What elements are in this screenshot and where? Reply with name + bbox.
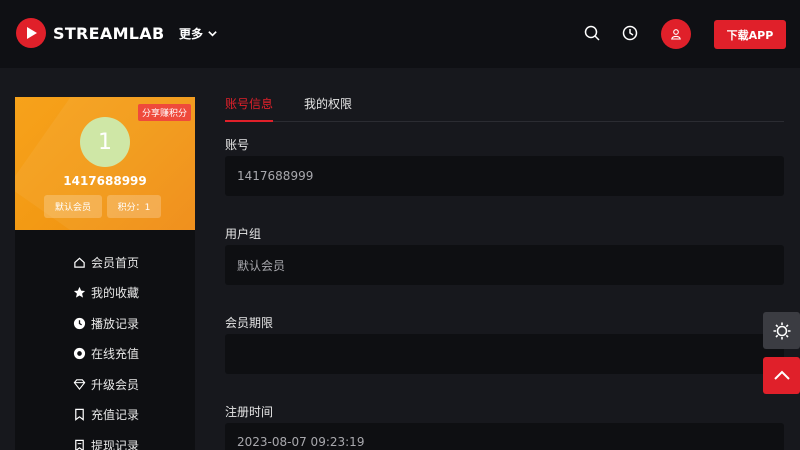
username: 1417688999 xyxy=(63,174,147,188)
user-sidebar: 分享赚积分 1 1417688999 默认会员 积分：1 会员首页 我的收藏 播… xyxy=(15,97,195,450)
user-icon xyxy=(671,29,681,40)
account-label: 账号 xyxy=(225,138,250,152)
tab-permissions[interactable]: 我的权限 xyxy=(304,95,352,122)
sidebar-item-label: 我的收藏 xyxy=(91,286,140,301)
register-time-field[interactable]: 2023-08-07 09:23:19 xyxy=(225,423,784,450)
profile-card: 分享赚积分 1 1417688999 默认会员 积分：1 xyxy=(15,97,195,230)
sun-icon xyxy=(773,322,790,339)
star-icon xyxy=(73,287,86,298)
sidebar-item-label: 会员首页 xyxy=(91,255,140,270)
chevron-up-icon xyxy=(773,370,790,380)
member-group-badge: 默认会员 xyxy=(44,195,102,218)
membership-term-label: 会员期限 xyxy=(225,316,274,330)
share-points-badge[interactable]: 分享赚积分 xyxy=(137,104,191,121)
account-field[interactable]: 1417688999 xyxy=(225,156,784,196)
sidebar-item-label: 在线充值 xyxy=(91,347,140,362)
user-avatar-button[interactable] xyxy=(661,19,691,49)
points-badge: 积分：1 xyxy=(107,195,161,218)
search-icon[interactable] xyxy=(583,24,601,42)
sidebar-item-label: 升级会员 xyxy=(91,377,140,392)
sidebar-item-label: 提现记录 xyxy=(91,438,140,450)
play-logo-icon xyxy=(16,18,46,48)
sidebar-item-withdraw-records[interactable]: 提现记录 xyxy=(73,430,139,450)
chevron-down-icon xyxy=(208,31,217,37)
brand-name: STREAMLAB xyxy=(53,23,165,43)
user-group-field[interactable]: 默认会员 xyxy=(225,245,784,285)
avatar[interactable]: 1 xyxy=(80,117,130,167)
history-clock-icon[interactable] xyxy=(621,24,639,42)
back-to-top-button[interactable] xyxy=(763,357,800,394)
receipt-icon xyxy=(75,439,84,450)
sidebar-menu: 会员首页 我的收藏 播放记录 在线充值 升级会员 充值记录 提现记录 xyxy=(73,247,139,450)
more-label: 更多 xyxy=(179,27,204,41)
diamond-icon xyxy=(73,379,86,390)
tab-account-info[interactable]: 账号信息 xyxy=(225,95,274,122)
sidebar-item-home[interactable]: 会员首页 xyxy=(73,247,139,278)
download-app-button[interactable]: 下载APP xyxy=(714,20,786,49)
brand-logo[interactable]: STREAMLAB xyxy=(16,18,164,48)
membership-term-field[interactable] xyxy=(225,334,784,374)
more-menu-button[interactable]: 更多 xyxy=(179,25,218,42)
sidebar-item-label: 充值记录 xyxy=(91,408,140,423)
account-tabs: 账号信息 我的权限 xyxy=(225,95,784,122)
theme-toggle-button[interactable] xyxy=(763,312,800,349)
sidebar-item-recharge-records[interactable]: 充值记录 xyxy=(73,400,139,431)
sidebar-item-upgrade[interactable]: 升级会员 xyxy=(73,369,139,400)
register-time-label: 注册时间 xyxy=(225,405,274,419)
home-icon xyxy=(74,257,85,268)
bookmark-icon xyxy=(75,409,84,422)
sidebar-item-favorites[interactable]: 我的收藏 xyxy=(73,278,139,309)
coin-icon xyxy=(73,348,86,360)
sidebar-item-recharge[interactable]: 在线充值 xyxy=(73,339,139,370)
sidebar-item-label: 播放记录 xyxy=(91,316,140,331)
user-group-label: 用户组 xyxy=(225,227,262,241)
top-header: STREAMLAB 更多 下载APP xyxy=(0,0,800,68)
register-time-value: 2023-08-07 09:23:19 xyxy=(237,435,365,449)
user-group-value: 默认会员 xyxy=(237,258,286,273)
clock-icon xyxy=(73,317,86,329)
sidebar-item-history[interactable]: 播放记录 xyxy=(73,308,139,339)
account-value: 1417688999 xyxy=(237,169,314,183)
